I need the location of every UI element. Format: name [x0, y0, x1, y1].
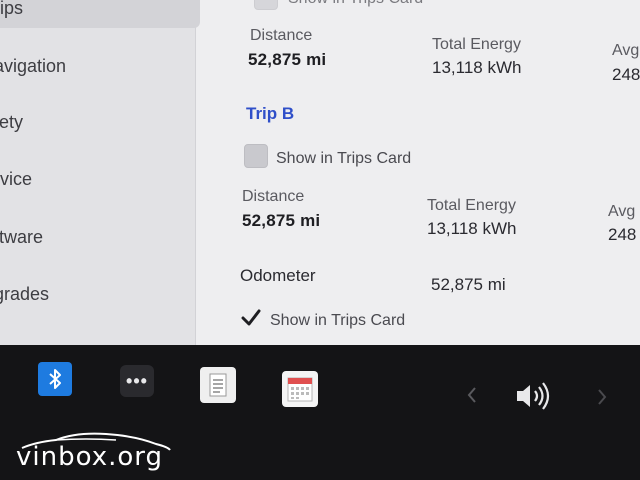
odometer-show-checkmark-icon[interactable] — [240, 307, 262, 329]
trip-a-avg-label: Avg — [612, 42, 640, 59]
trip-a-distance-label: Distance — [250, 27, 313, 44]
chevron-right-icon[interactable] — [594, 385, 610, 409]
sidebar-item-software[interactable]: ftware — [0, 217, 43, 257]
trip-b-energy-label: Total Energy — [427, 197, 516, 214]
odometer-value: 52,875 mi — [431, 275, 506, 294]
trip-b-show-label[interactable]: Show in Trips Card — [276, 150, 411, 168]
sidebar-item-label: ftware — [0, 226, 44, 247]
volume-icon[interactable] — [512, 379, 556, 413]
apps-icon[interactable]: ••• — [120, 365, 154, 397]
trip-b-avg-value: 248 — [608, 225, 637, 244]
sidebar-item-label: fety — [0, 111, 24, 132]
sidebar-item-upgrades[interactable]: grades — [0, 274, 49, 314]
trip-a-show-checkbox[interactable] — [254, 0, 278, 10]
notepad-icon[interactable] — [200, 367, 236, 403]
calendar-icon[interactable] — [282, 371, 318, 407]
trip-b-distance-label: Distance — [242, 188, 305, 205]
sidebar-item-navigation[interactable]: avigation — [0, 46, 66, 86]
trip-a-distance-value: 52,875 mi — [248, 50, 327, 69]
trip-b-show-checkbox[interactable] — [244, 144, 268, 168]
sidebar-item-service[interactable]: rvice — [0, 159, 32, 199]
watermark-text: vinbox.org — [16, 442, 163, 472]
trip-a-show-label: Show in Trips Card — [288, 0, 423, 8]
sidebar-item-trips[interactable]: rips — [0, 0, 200, 28]
settings-screen: rips avigation fety rvice ftware grades … — [0, 0, 640, 345]
settings-sidebar: rips avigation fety rvice ftware grades — [0, 0, 200, 345]
trip-b-energy-value: 13,118 kWh — [427, 219, 517, 238]
sidebar-item-label: grades — [0, 283, 50, 304]
trip-a-avg-value: 248 — [612, 65, 640, 84]
trip-b-avg-label: Avg — [608, 203, 636, 220]
trip-b-distance-value: 52,875 mi — [242, 211, 321, 230]
sidebar-item-label: rvice — [0, 168, 33, 189]
sidebar-item-label: rips — [0, 0, 24, 18]
trip-b-title: Trip B — [246, 104, 295, 123]
trips-panel: Show in Trips Card Distance 52,875 mi To… — [196, 0, 640, 345]
bluetooth-icon[interactable] — [38, 362, 72, 396]
sidebar-item-safety[interactable]: fety — [0, 102, 23, 142]
odometer-show-label[interactable]: Show in Trips Card — [270, 312, 405, 330]
chevron-left-icon[interactable] — [464, 383, 480, 407]
sidebar-item-label: avigation — [0, 55, 67, 76]
odometer-label: Odometer — [240, 266, 316, 285]
trip-a-energy-label: Total Energy — [432, 36, 521, 53]
trip-a-energy-value: 13,118 kWh — [432, 58, 522, 77]
